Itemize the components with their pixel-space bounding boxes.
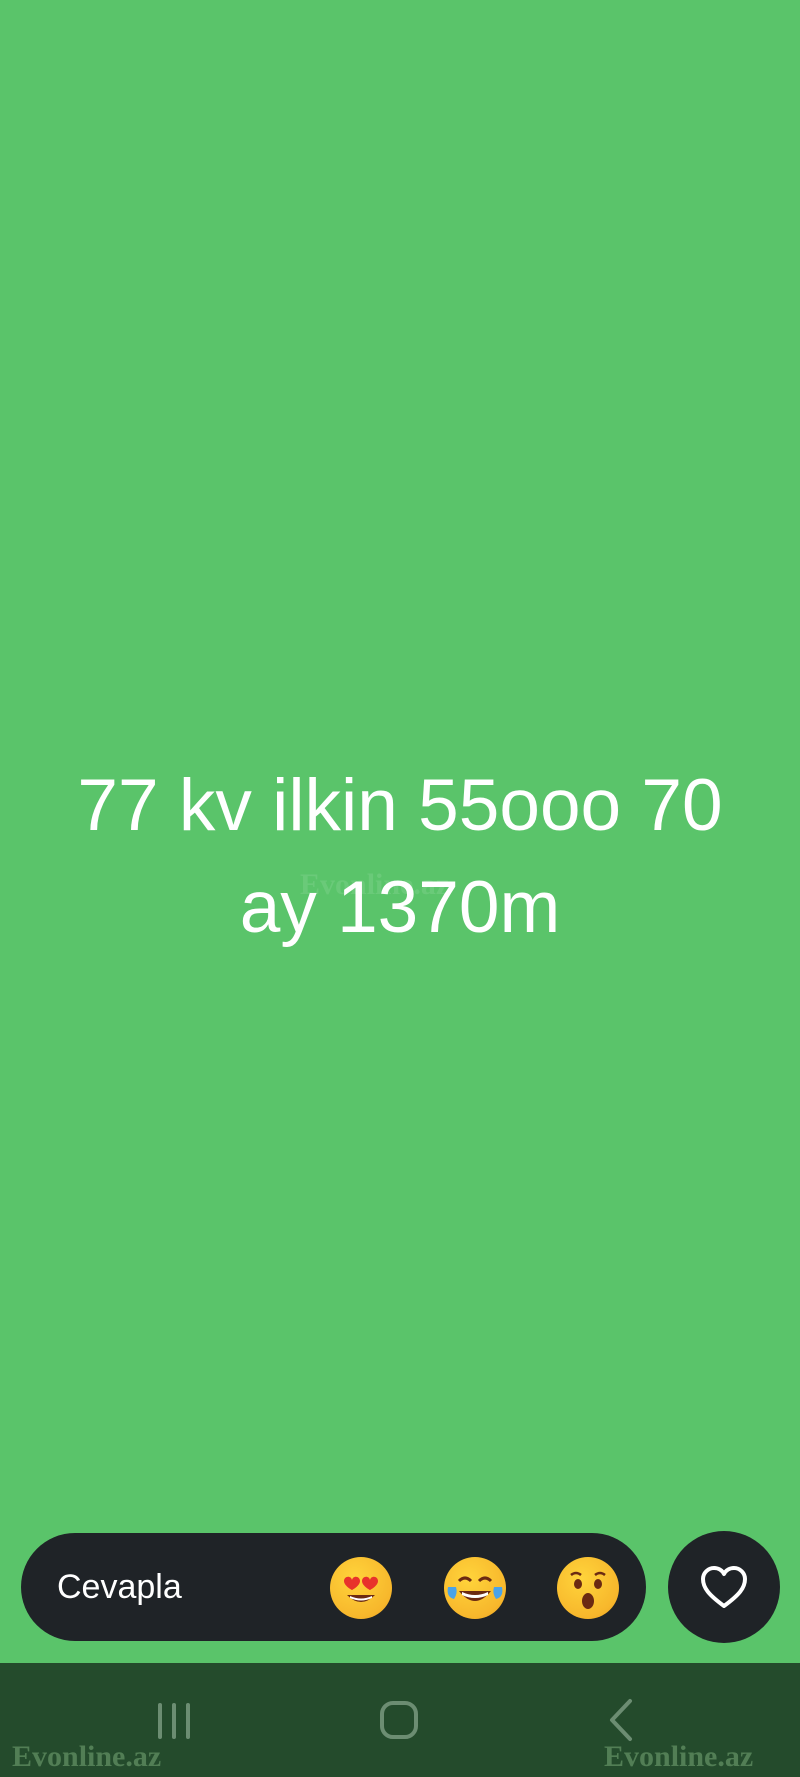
watermark-center: Evonline.az — [300, 868, 450, 901]
tears-of-joy-emoji-icon[interactable] — [444, 1557, 506, 1619]
reply-label: Cevapla — [57, 1568, 182, 1606]
watermark-right: Evonline.az — [604, 1740, 754, 1773]
surprised-emoji-icon[interactable] — [557, 1557, 619, 1619]
like-button[interactable] — [668, 1531, 780, 1643]
home-button[interactable] — [369, 1691, 429, 1751]
status-canvas[interactable]: 77 kv ilkin 55ooo 70 ay 1370m Evonline.a… — [0, 0, 800, 1663]
home-icon — [380, 1701, 418, 1739]
watermark-left: Evonline.az — [12, 1740, 162, 1773]
status-text: 77 kv ilkin 55ooo 70 ay 1370m — [77, 765, 723, 948]
heart-outline-icon — [701, 1566, 747, 1608]
heart-eyes-emoji-icon[interactable] — [330, 1557, 392, 1619]
reply-bar[interactable]: Cevapla — [21, 1533, 646, 1641]
